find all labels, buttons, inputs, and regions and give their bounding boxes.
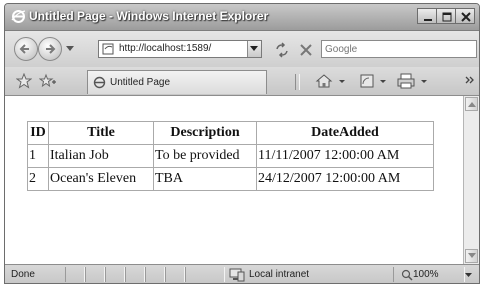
column-header-description: Description <box>153 121 257 145</box>
page-icon <box>93 76 106 89</box>
internet-explorer-icon <box>11 10 26 23</box>
close-button[interactable] <box>455 8 475 24</box>
column-header-dateadded: DateAdded <box>256 121 434 145</box>
security-zone[interactable]: Local intranet <box>249 269 309 280</box>
chevron-more-icon[interactable] <box>465 75 475 85</box>
tab-label: Untitled Page <box>110 77 171 88</box>
chevron-down-icon <box>468 253 476 258</box>
cell-title: Ocean's Eleven <box>48 167 154 191</box>
cell-dateadded: 24/12/2007 12:00:00 AM <box>256 167 434 191</box>
status-panel <box>105 267 125 282</box>
stop-icon[interactable] <box>298 42 314 58</box>
maximize-button[interactable] <box>436 8 456 24</box>
vertical-scrollbar[interactable] <box>463 96 479 264</box>
minimize-icon <box>424 19 432 21</box>
feeds-icon[interactable] <box>360 73 394 89</box>
status-panel <box>65 267 85 282</box>
zoom-icon[interactable] <box>401 269 413 281</box>
navigation-bar: http://localhost:1589/ <box>5 31 479 67</box>
cell-dateadded: 11/11/2007 12:00:00 AM <box>256 144 434 168</box>
back-arrow-icon <box>19 44 29 54</box>
scroll-down-button[interactable] <box>465 249 478 263</box>
page-content: ID Title Description DateAdded 1 Italian… <box>5 96 463 264</box>
close-icon <box>461 12 471 22</box>
cell-id: 1 <box>27 144 49 168</box>
table-row: 2 Ocean's Eleven TBA 24/12/2007 12:00:00… <box>27 167 434 191</box>
browser-window: Untitled Page - Windows Internet Explore… <box>4 3 480 284</box>
local-intranet-icon <box>229 268 245 282</box>
home-icon[interactable] <box>315 73 353 89</box>
cell-title: Italian Job <box>48 144 154 168</box>
tab-bar: Untitled Page <box>5 67 479 96</box>
maximize-icon <box>442 12 452 22</box>
status-bar: Done Local intranet 100% <box>5 264 479 283</box>
status-panel <box>85 267 105 282</box>
cell-description: TBA <box>153 167 257 191</box>
back-button[interactable] <box>14 37 38 61</box>
recent-pages-dropdown-icon[interactable] <box>66 46 74 52</box>
add-favorites-icon[interactable] <box>39 73 57 89</box>
tab-untitled-page[interactable]: Untitled Page <box>87 70 267 94</box>
scroll-up-button[interactable] <box>465 97 478 111</box>
window-title: Untitled Page - Windows Internet Explore… <box>29 9 269 23</box>
title-bar: Untitled Page - Windows Internet Explore… <box>5 4 479 31</box>
forward-button[interactable] <box>38 37 62 61</box>
refresh-icon[interactable] <box>274 42 290 58</box>
status-panel <box>125 267 145 282</box>
status-panel <box>185 267 225 282</box>
address-url[interactable]: http://localhost:1589/ <box>119 43 211 54</box>
data-grid: ID Title Description DateAdded 1 Italian… <box>27 121 434 191</box>
column-header-id: ID <box>27 121 49 145</box>
status-panel <box>165 267 185 282</box>
page-icon <box>102 43 114 55</box>
address-dropdown-button[interactable] <box>247 41 261 57</box>
cell-id: 2 <box>27 167 49 191</box>
table-row: 1 Italian Job To be provided 11/11/2007 … <box>27 144 434 168</box>
minimize-button[interactable] <box>417 8 437 24</box>
status-panel <box>145 267 165 282</box>
toolbar-separator <box>295 74 300 90</box>
address-bar[interactable]: http://localhost:1589/ <box>98 40 262 58</box>
forward-arrow-icon <box>46 44 56 54</box>
favorites-star-icon[interactable] <box>16 73 32 89</box>
search-input[interactable] <box>325 42 465 56</box>
zoom-level[interactable]: 100% <box>413 269 439 280</box>
search-box[interactable] <box>321 40 477 58</box>
column-header-title: Title <box>48 121 154 145</box>
print-icon[interactable] <box>397 73 437 89</box>
chevron-up-icon <box>468 102 476 107</box>
cell-description: To be provided <box>153 144 257 168</box>
chevron-down-icon <box>250 46 258 51</box>
window-controls <box>417 8 475 24</box>
table-header-row: ID Title Description DateAdded <box>27 121 434 145</box>
status-text: Done <box>11 269 35 280</box>
chevron-down-icon[interactable] <box>465 273 472 278</box>
